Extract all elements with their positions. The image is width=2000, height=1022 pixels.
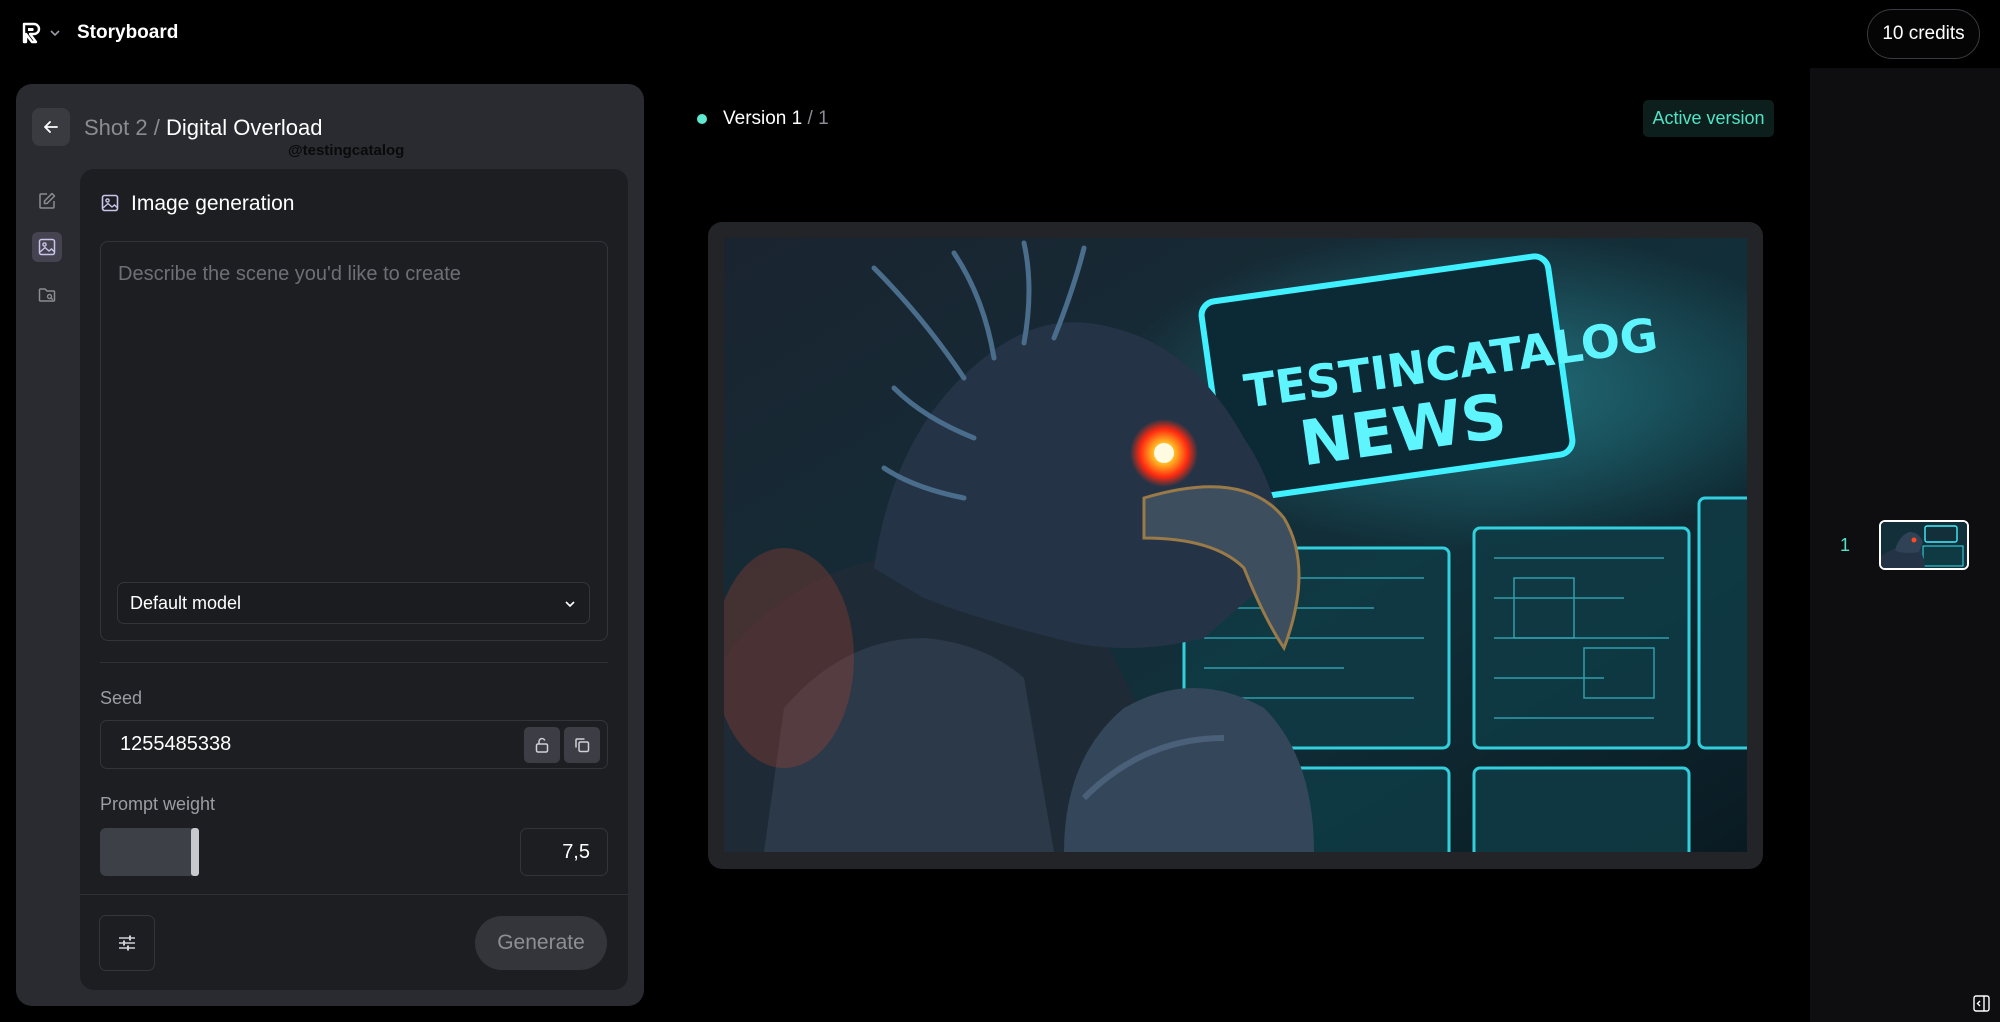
prompt-placeholder: Describe the scene you'd like to create — [118, 263, 461, 285]
back-button[interactable] — [32, 108, 70, 146]
divider — [100, 662, 608, 663]
advanced-settings-button[interactable] — [99, 915, 155, 971]
version-current: Version 1 — [723, 108, 803, 129]
brand-logo-icon[interactable] — [20, 21, 44, 45]
prompt-weight-slider-handle[interactable] — [191, 828, 199, 876]
active-version-badge: Active version — [1643, 100, 1774, 137]
generated-image[interactable]: TESTINCATALOG NEWS — [724, 238, 1747, 852]
app-title: Storyboard — [77, 22, 179, 43]
top-bar: Storyboard 10 credits — [0, 0, 2000, 68]
version-status-dot — [697, 114, 707, 124]
folder-search-icon — [38, 288, 56, 302]
image-icon — [101, 194, 119, 212]
watermark: @testingcatalog — [288, 142, 405, 159]
edit-icon — [39, 192, 56, 209]
chevron-down-icon[interactable] — [49, 27, 61, 39]
chevron-down-icon — [565, 601, 575, 608]
copy-icon — [575, 738, 590, 753]
rail-edit-button[interactable] — [32, 186, 62, 216]
sliders-icon — [119, 935, 135, 951]
arrow-left-icon — [44, 121, 58, 133]
image-icon — [38, 238, 56, 256]
thumbnail-number: 1 — [1840, 535, 1851, 555]
seed-copy-button[interactable] — [564, 727, 600, 763]
credits-button[interactable]: 10 credits — [1867, 9, 1980, 59]
rail-assets-button[interactable] — [32, 280, 62, 310]
version-thumbnail[interactable] — [1879, 520, 1969, 570]
breadcrumb: Shot 2 / Digital Overload — [84, 115, 322, 141]
generate-button[interactable]: Generate — [475, 916, 607, 970]
footer-divider — [80, 894, 628, 895]
seed-lock-button[interactable] — [524, 727, 560, 763]
breadcrumb-parent[interactable]: Shot 2 / — [84, 115, 160, 140]
model-select-value: Default model — [130, 593, 242, 613]
unlock-icon — [535, 737, 549, 753]
rail-image-button[interactable] — [32, 232, 62, 262]
version-indicator: Version 1 / 1 — [723, 108, 829, 130]
section-title: Image generation — [131, 192, 295, 215]
breadcrumb-current: Digital Overload — [165, 115, 323, 140]
prompt-weight-slider[interactable] — [100, 828, 196, 876]
thumbnail-image — [1881, 522, 1967, 568]
prompt-weight-label: Prompt weight — [100, 794, 216, 814]
prompt-textarea[interactable] — [100, 241, 608, 641]
seed-value: 1255485338 — [120, 733, 232, 755]
collapse-panel-icon[interactable] — [1973, 995, 1990, 1012]
generated-image-illustration: TESTINCATALOG NEWS — [724, 238, 1747, 852]
prompt-weight-value: 7,5 — [562, 841, 590, 863]
version-total: / 1 — [807, 108, 829, 129]
seed-label: Seed — [100, 688, 143, 708]
